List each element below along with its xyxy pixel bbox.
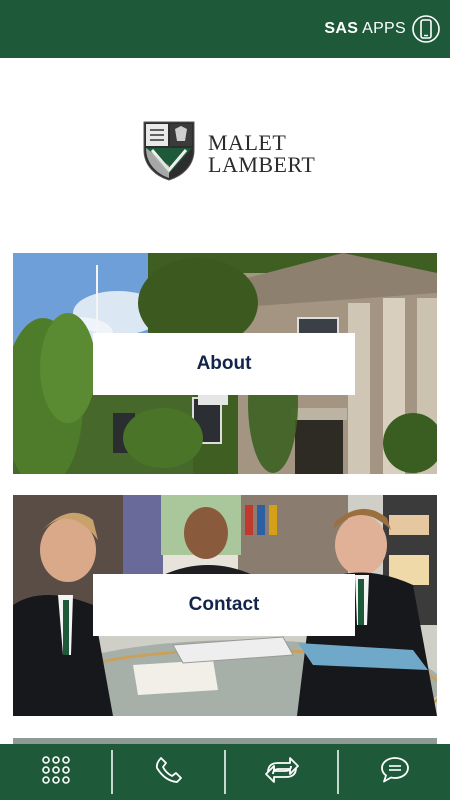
call-button[interactable] bbox=[113, 744, 224, 800]
school-crest-icon bbox=[142, 120, 196, 187]
bottom-nav bbox=[0, 744, 450, 800]
school-logo: MALET LAMBERT bbox=[142, 120, 315, 187]
chat-bubble-icon bbox=[379, 755, 411, 790]
top-bar: SAS APPS bbox=[0, 0, 450, 58]
phone-icon bbox=[154, 755, 184, 790]
school-name-line1: MALET bbox=[208, 129, 287, 155]
refresh-arrows-icon bbox=[264, 755, 300, 790]
contact-label: Contact bbox=[188, 594, 260, 615]
logo-area: MALET LAMBERT bbox=[0, 58, 450, 253]
nav-divider bbox=[111, 750, 113, 794]
about-tile[interactable]: About bbox=[13, 253, 437, 474]
chat-button[interactable] bbox=[339, 744, 450, 800]
smartphone-icon bbox=[412, 14, 440, 44]
nav-divider bbox=[337, 750, 339, 794]
school-name: MALET LAMBERT bbox=[208, 129, 316, 177]
sas-apps-label: SAS APPS bbox=[324, 20, 406, 37]
about-button[interactable]: About bbox=[93, 333, 355, 395]
about-label: About bbox=[196, 353, 252, 374]
nav-divider bbox=[224, 750, 226, 794]
contact-button[interactable]: Contact bbox=[93, 574, 355, 636]
menu-grid-button[interactable] bbox=[0, 744, 111, 800]
grid-dots-icon bbox=[40, 754, 72, 791]
school-name-line2: LAMBERT bbox=[208, 151, 316, 177]
refresh-button[interactable] bbox=[226, 744, 337, 800]
contact-tile[interactable]: Contact bbox=[13, 495, 437, 716]
sas-apps-link[interactable]: SAS APPS bbox=[324, 14, 440, 44]
